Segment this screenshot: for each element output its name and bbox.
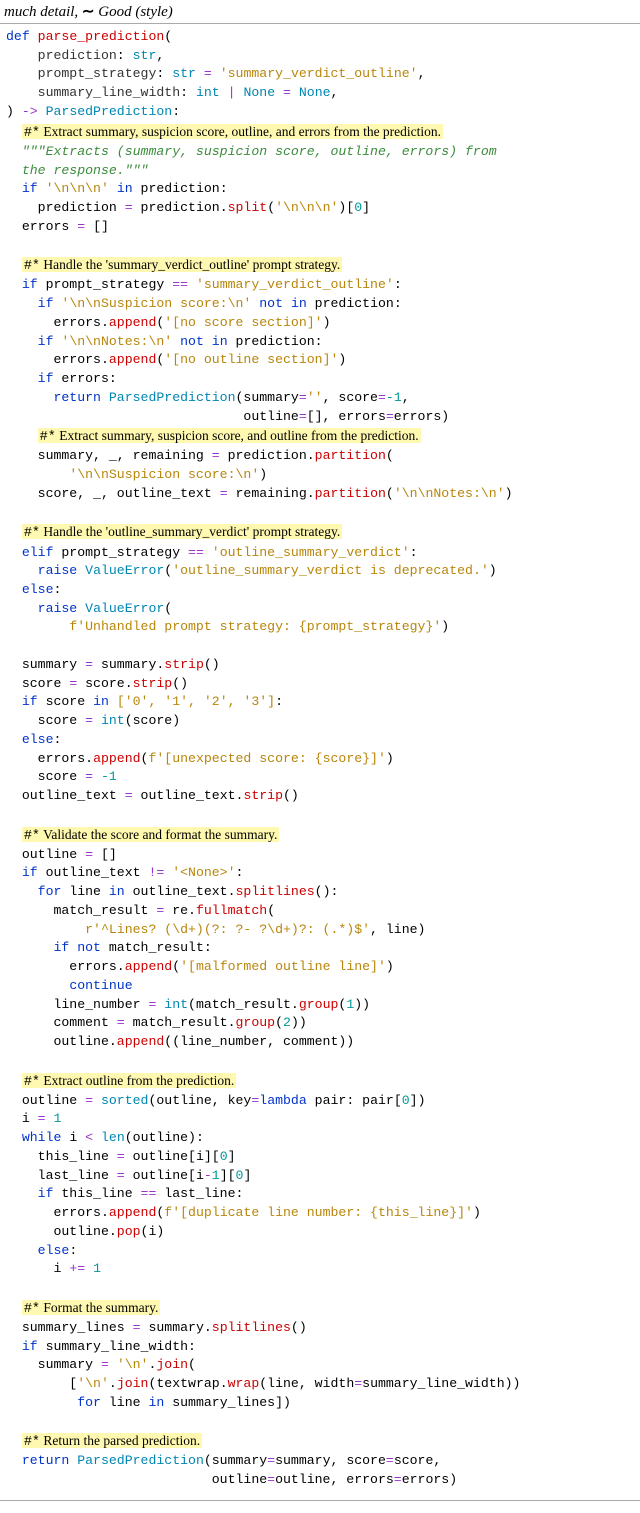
annotation-comment: #* Extract summary, suspicion score, out… [22, 124, 443, 139]
annotation-comment: #* Format the summary. [22, 1300, 161, 1315]
annotation-comment: #* Return the parsed prediction. [22, 1433, 202, 1448]
figure-caption: much detail, ∼ Good (style) [0, 0, 640, 24]
annotation-comment: #* Extract summary, suspicion score, and… [38, 428, 421, 443]
caption-prefix: much detail [4, 4, 74, 20]
annotation-comment: #* Handle the 'summary_verdict_outline' … [22, 257, 342, 272]
code-listing: def parse_prediction( prediction: str, p… [6, 28, 634, 1490]
annotation-comment: #* Extract outline from the prediction. [22, 1073, 236, 1088]
code-block: def parse_prediction( prediction: str, p… [0, 24, 640, 1501]
caption-good: Good [98, 4, 131, 20]
caption-tilde: ∼ [82, 4, 95, 20]
caption-style: (style) [132, 4, 173, 20]
annotation-comment: #* Validate the score and format the sum… [22, 827, 280, 842]
annotation-comment: #* Handle the 'outline_summary_verdict' … [22, 524, 342, 539]
